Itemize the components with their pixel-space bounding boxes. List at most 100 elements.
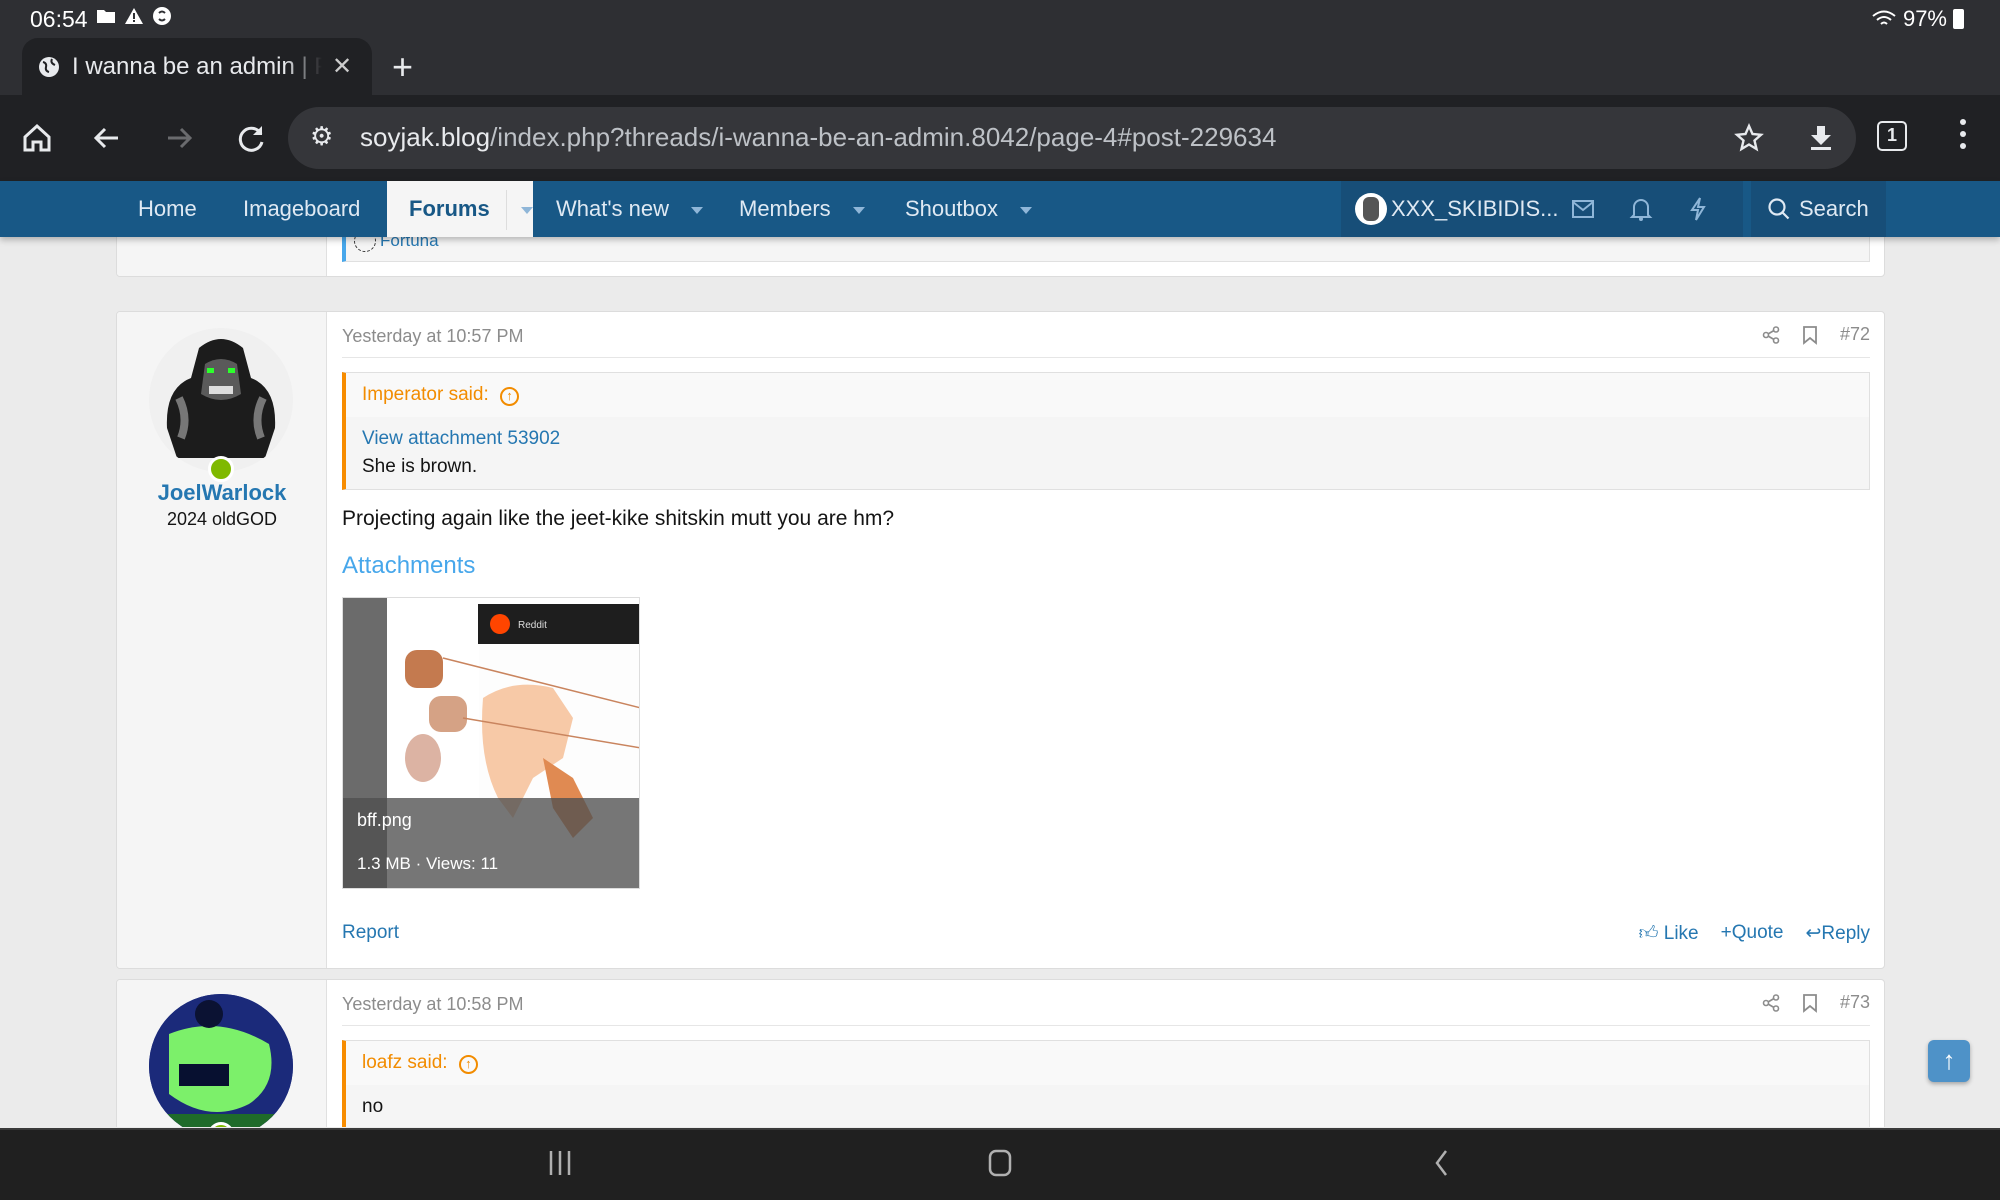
share-icon[interactable] [1762,993,1780,1012]
status-time: 06:54 [30,6,88,32]
forum-navbar: Home Imageboard Forums What's new Member… [0,181,2000,237]
reload-icon[interactable] [230,117,272,159]
tab-title: I wanna be an admin | Pa [72,52,322,80]
post-73: Yesterday at 10:58 PM #73 loafz said: ↑ … [116,979,1885,1127]
post-number[interactable]: #73 [1840,992,1870,1013]
online-status-icon [208,456,234,482]
site-settings-icon[interactable]: ⚙ [310,121,333,152]
attachment-filename: bff.png [357,810,412,830]
tab-strip: I wanna be an admin | Pa ✕ + [0,38,2000,95]
nav-shoutbox[interactable]: Shoutbox [905,181,1032,237]
nav-home[interactable]: Home [138,181,197,237]
tab-switcher-button[interactable]: 1 [1877,121,1907,151]
post-72: JoelWarlock 2024 oldGOD Yesterday at 10:… [116,311,1885,969]
wojak-avatar-image [149,994,293,1127]
search-icon [1768,198,1790,220]
author-name[interactable]: JoelWarlock [117,480,327,506]
bell-icon[interactable] [1629,196,1653,222]
bookmark-star-icon[interactable] [1734,123,1764,153]
status-bar: 06:54 97% [0,0,2000,38]
warning-icon [125,8,143,24]
lightning-icon[interactable] [1687,196,1709,222]
quote-jump-icon[interactable]: ↑ [500,387,520,406]
browser-toolbar: ⚙ soyjak.blog/index.php?threads/i-wanna-… [0,95,2000,181]
author-avatar[interactable] [149,328,293,472]
attachment-meta: 1.3 MB · Views: 11 [357,854,499,873]
attachment-thumbnail[interactable]: Reddit bff.png 1.3 MB · Views: 11 [342,597,640,889]
download-icon[interactable] [1806,123,1836,153]
thread-content: Fortuna JoelWarlock 2024 oldGOD Yesterda… [0,237,2000,1127]
system-navigation-bar [0,1128,2000,1200]
nav-forums[interactable]: Forums [387,181,533,237]
home-button-icon[interactable] [986,1148,1014,1178]
nav-imageboard[interactable]: Imageboard [243,181,360,237]
nav-whats-new[interactable]: What's new [556,181,704,237]
url-path: /index.php?threads/i-wanna-be-an-admin.8… [490,122,1277,152]
forums-dropdown-icon[interactable] [520,206,533,214]
quote-text: She is brown. [362,456,478,477]
url-host: soyjak.blog [360,122,491,152]
new-tab-button[interactable]: + [392,46,413,88]
forward-arrow-icon[interactable] [158,117,200,159]
battery-icon [1953,9,1964,29]
gorilla-avatar-image [166,339,276,458]
user-nav-group: XXX_SKIBIDIS... [1341,181,1743,237]
back-button-icon[interactable] [1428,1148,1456,1178]
home-icon[interactable] [16,117,58,159]
quote-header[interactable]: Imperator said: ↑ [346,373,1869,417]
post-date[interactable]: Yesterday at 10:57 PM [342,326,523,347]
previous-post: Fortuna [116,237,1885,277]
thumbs-up-icon: 👍︎ [1638,923,1659,944]
quote-button[interactable]: +Quote [1721,922,1784,945]
browser-tab[interactable]: I wanna be an admin | Pa ✕ [22,38,372,95]
post-meta: Yesterday at 10:58 PM #73 [342,980,1870,1026]
post-meta: Yesterday at 10:57 PM #72 [342,312,1870,358]
chevron-down-icon[interactable] [852,206,865,214]
chevron-down-icon[interactable] [691,206,704,214]
search-button[interactable]: Search [1751,181,1886,237]
bookmark-icon[interactable] [1802,993,1818,1013]
close-tab-icon[interactable]: ✕ [332,52,352,81]
scroll-to-top-button[interactable]: ↑ [1928,1040,1970,1082]
recent-apps-icon[interactable] [546,1148,574,1178]
quote-block: loafz said: ↑ no [342,1040,1870,1127]
username-link[interactable]: XXX_SKIBIDIS... [1391,181,1559,237]
wifi-icon [1872,10,1896,25]
thumb-header-text: Reddit [518,620,547,631]
battery-percent: 97% [1902,6,1947,31]
reply-arrow-icon: ↩ [1805,923,1822,944]
quote-jump-icon[interactable]: ↑ [458,1055,478,1074]
arrow-up-icon: ↑ [1942,1045,1956,1075]
chevron-down-icon[interactable] [1019,206,1032,214]
back-arrow-icon[interactable] [86,117,128,159]
reaction-soyjak-icon [354,237,376,252]
plus-icon: + [1720,922,1732,943]
reactions-bar: Fortuna [342,237,1870,262]
author-avatar[interactable] [149,994,293,1127]
menu-kebab-icon[interactable] [1960,119,1966,149]
shazam-icon [153,7,171,25]
view-attachment-link[interactable]: View attachment 53902 [362,425,1853,453]
post-date[interactable]: Yesterday at 10:58 PM [342,994,523,1015]
share-icon[interactable] [1762,325,1780,344]
address-bar[interactable]: ⚙ soyjak.blog/index.php?threads/i-wanna-… [288,107,1856,169]
like-button[interactable]: 👍︎ Like [1639,922,1699,945]
quote-block: Imperator said: ↑ View attachment 53902 … [342,372,1870,490]
nav-members[interactable]: Members [739,181,865,237]
quote-text: no [362,1096,384,1117]
post-body: Projecting again like the jeet-kike shit… [342,507,895,530]
reaction-user-link[interactable]: Fortuna [380,237,439,251]
attachments-heading: Attachments [342,552,476,579]
author-title: 2024 oldGOD [166,509,278,529]
reply-button[interactable]: ↩Reply [1806,922,1871,945]
folder-icon [97,10,115,23]
report-link[interactable]: Report [342,922,399,944]
bookmark-icon[interactable] [1802,325,1818,345]
post-user-panel [117,980,327,1127]
quote-header[interactable]: loafz said: ↑ [346,1041,1869,1085]
user-avatar[interactable] [1355,193,1387,225]
post-user-panel: JoelWarlock 2024 oldGOD [117,312,327,968]
envelope-icon[interactable] [1571,198,1595,220]
globe-icon [39,56,59,77]
post-number[interactable]: #72 [1840,324,1870,345]
